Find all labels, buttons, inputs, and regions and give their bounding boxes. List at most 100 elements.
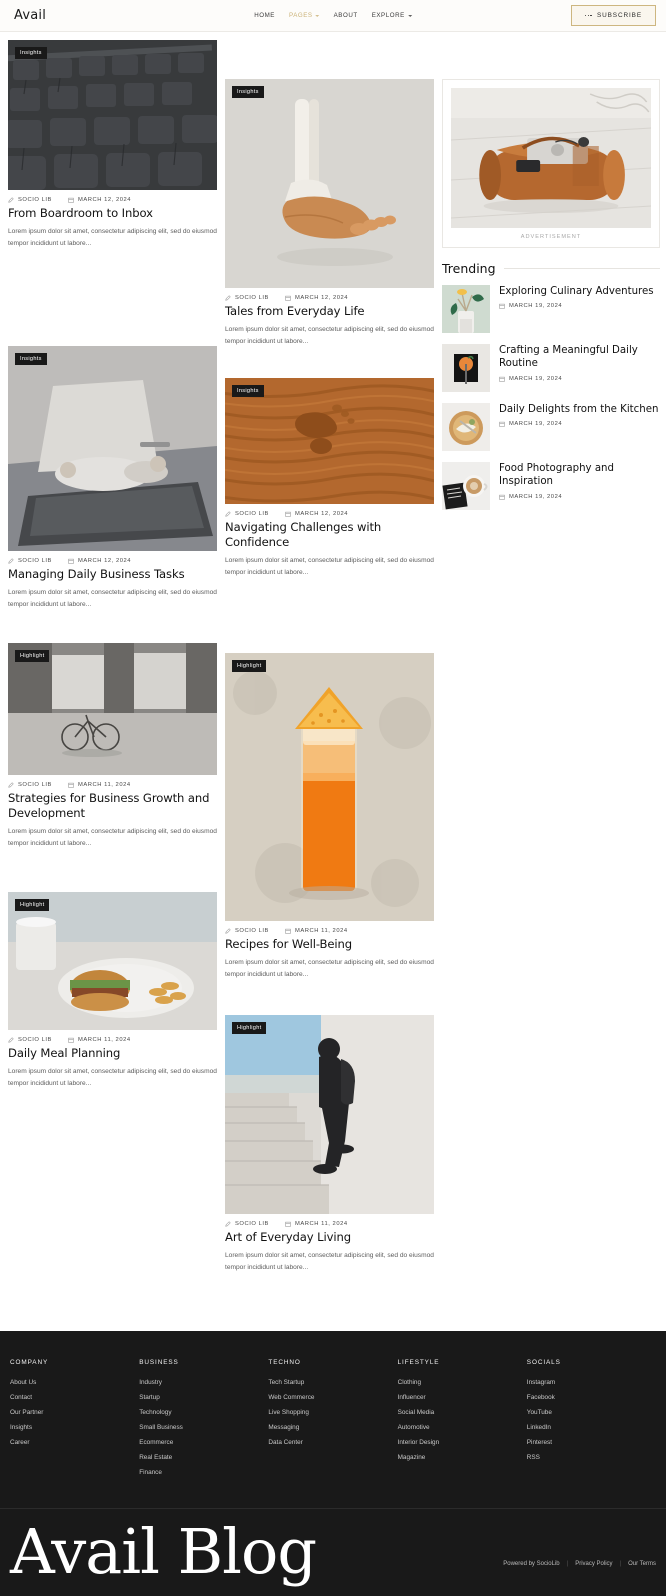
footer-heading: LIFESTYLE — [397, 1358, 440, 1366]
footer-link[interactable]: Interior Design — [398, 1439, 527, 1446]
image-person-stairs — [225, 1015, 434, 1215]
footer-link[interactable]: RSS — [527, 1454, 656, 1461]
footer-link[interactable]: YouTube — [527, 1409, 656, 1416]
post-meta: SOCIO LIB MARCH 12, 2024 — [8, 558, 217, 564]
post-card[interactable]: Insights — [8, 40, 217, 250]
post-meta: SOCIO LIB MARCH 11, 2024 — [8, 1037, 217, 1043]
post-date: MARCH 12, 2024 — [285, 511, 348, 517]
footer-link[interactable]: Social Media — [398, 1409, 527, 1416]
post-thumbnail[interactable]: Highlight — [8, 892, 217, 1031]
category-badge[interactable]: Highlight — [232, 660, 267, 673]
trending-item-title[interactable]: Daily Delights from the Kitchen — [499, 403, 660, 416]
post-thumbnail[interactable]: Highlight — [225, 1015, 434, 1215]
footer-link[interactable]: About Us — [10, 1379, 139, 1386]
footer-link[interactable]: Influencer — [398, 1394, 527, 1401]
trending-item-title[interactable]: Food Photography and Inspiration — [499, 462, 660, 489]
trending-item[interactable]: Food Photography and Inspiration MARCH 1… — [442, 462, 660, 510]
nav-label: HOME — [254, 12, 275, 19]
footer-link[interactable]: Pinterest — [527, 1439, 656, 1446]
category-badge[interactable]: Highlight — [232, 1022, 267, 1035]
post-title[interactable]: Managing Daily Business Tasks — [8, 567, 217, 582]
post-card[interactable]: Highlight — [8, 892, 217, 1090]
footer-link[interactable]: Insights — [10, 1424, 139, 1431]
footer-link[interactable]: LinkedIn — [527, 1424, 656, 1431]
footer-link[interactable]: Our Partner — [10, 1409, 139, 1416]
category-badge[interactable]: Highlight — [15, 650, 50, 663]
footer-link[interactable]: Real Estate — [139, 1454, 268, 1461]
post-meta: SOCIO LIB MARCH 12, 2024 — [8, 197, 217, 203]
footer-link[interactable]: Live Shopping — [268, 1409, 397, 1416]
trending-item-date: MARCH 19, 2024 — [499, 494, 660, 500]
subscribe-button[interactable]: SUBSCRIBE — [570, 5, 656, 26]
post-meta: SOCIO LIB MARCH 11, 2024 — [8, 782, 217, 788]
post-title[interactable]: Navigating Challenges with Confidence — [225, 520, 434, 550]
post-thumbnail[interactable]: Highlight — [225, 653, 434, 922]
post-thumbnail[interactable]: Highlight — [8, 643, 217, 776]
category-badge[interactable]: Highlight — [15, 899, 50, 912]
post-card[interactable]: Insights — [225, 378, 434, 579]
footer-column-socials: SOCIALS Instagram Facebook YouTube Linke… — [527, 1359, 656, 1484]
footer-link[interactable]: Career — [10, 1439, 139, 1446]
post-title[interactable]: Strategies for Business Growth and Devel… — [8, 791, 217, 821]
trending-item-title[interactable]: Crafting a Meaningful Daily Routine — [499, 344, 660, 371]
footer-link[interactable]: Automotive — [398, 1424, 527, 1431]
site-logo[interactable]: Avail — [14, 8, 46, 23]
post-card[interactable]: Insights — [225, 79, 434, 348]
post-thumbnail[interactable]: Insights — [225, 79, 434, 288]
footer-link[interactable]: Small Business — [139, 1424, 268, 1431]
footer-link[interactable]: Instagram — [527, 1379, 656, 1386]
post-title[interactable]: Daily Meal Planning — [8, 1046, 217, 1061]
advertisement-label: ADVERTISEMENT — [520, 234, 582, 240]
footer-link[interactable]: Web Commerce — [268, 1394, 397, 1401]
post-date: MARCH 11, 2024 — [285, 928, 348, 934]
category-badge[interactable]: Insights — [232, 86, 264, 98]
category-badge[interactable]: Insights — [15, 353, 47, 366]
post-date: MARCH 11, 2024 — [68, 1037, 131, 1043]
footer-link[interactable]: Industry — [139, 1379, 268, 1386]
category-badge[interactable]: Insights — [232, 385, 264, 398]
nav-item-about[interactable]: ABOUT — [334, 12, 358, 19]
footer-link[interactable]: Facebook — [527, 1394, 656, 1401]
footer-link[interactable]: Tech Startup — [268, 1379, 397, 1386]
privacy-policy-link[interactable]: Privacy Policy — [575, 1561, 612, 1567]
trending-item[interactable]: Exploring Culinary Adventures MARCH 19, … — [442, 285, 660, 333]
nav-item-home[interactable]: HOME — [254, 12, 275, 19]
trending-item-title[interactable]: Exploring Culinary Adventures — [499, 285, 660, 298]
post-thumbnail[interactable]: Insights — [8, 346, 217, 552]
category-badge[interactable]: Insights — [15, 47, 47, 59]
footer-link[interactable]: Clothing — [398, 1379, 527, 1386]
footer-link[interactable]: Data Center — [268, 1439, 397, 1446]
post-excerpt: Lorem ipsum dolor sit amet, consectetur … — [8, 227, 217, 248]
pencil-icon — [8, 197, 14, 203]
footer-link[interactable]: Technology — [139, 1409, 268, 1416]
post-thumbnail[interactable]: Insights — [8, 40, 217, 190]
footer-link[interactable]: Messaging — [268, 1424, 397, 1431]
advertisement-box[interactable]: ADVERTISEMENT — [442, 79, 660, 248]
post-card[interactable]: Insights — [8, 346, 217, 611]
subscribe-label: SUBSCRIBE — [596, 12, 642, 19]
footer-link[interactable]: Startup — [139, 1394, 268, 1401]
post-title[interactable]: Recipes for Well-Being — [225, 937, 434, 952]
post-title[interactable]: Tales from Everyday Life — [225, 304, 434, 319]
footer-bottom-bar: Avail Blog Powered by SocioLib | Privacy… — [0, 1507, 666, 1596]
post-title[interactable]: From Boardroom to Inbox — [8, 206, 217, 221]
post-card[interactable]: Highlight — [225, 653, 434, 981]
site-header: Avail HOME PAGES ABOUT EXPLORE SUBSCRIBE — [0, 0, 666, 32]
post-card[interactable]: Highlight — [225, 1015, 434, 1274]
terms-link[interactable]: Our Terms — [628, 1561, 656, 1567]
footer-link[interactable]: Finance — [139, 1469, 268, 1476]
nav-item-pages[interactable]: PAGES — [289, 12, 320, 19]
post-excerpt: Lorem ipsum dolor sit amet, consectetur … — [8, 1068, 217, 1088]
post-thumbnail[interactable]: Insights — [225, 378, 434, 505]
post-title[interactable]: Art of Everyday Living — [225, 1230, 434, 1245]
footer-link[interactable]: Ecommerce — [139, 1439, 268, 1446]
calendar-icon — [499, 494, 505, 500]
footer-link[interactable]: Magazine — [398, 1454, 527, 1461]
footer-wordmark: Avail Blog — [10, 1514, 317, 1588]
footer-link[interactable]: Contact — [10, 1394, 139, 1401]
trending-item[interactable]: Crafting a Meaningful Daily Routine MARC… — [442, 344, 660, 392]
post-card[interactable]: Highlight — [8, 643, 217, 850]
nav-label: EXPLORE — [371, 12, 405, 19]
nav-item-explore[interactable]: EXPLORE — [372, 12, 412, 19]
trending-item[interactable]: Daily Delights from the Kitchen MARCH 19… — [442, 403, 660, 451]
